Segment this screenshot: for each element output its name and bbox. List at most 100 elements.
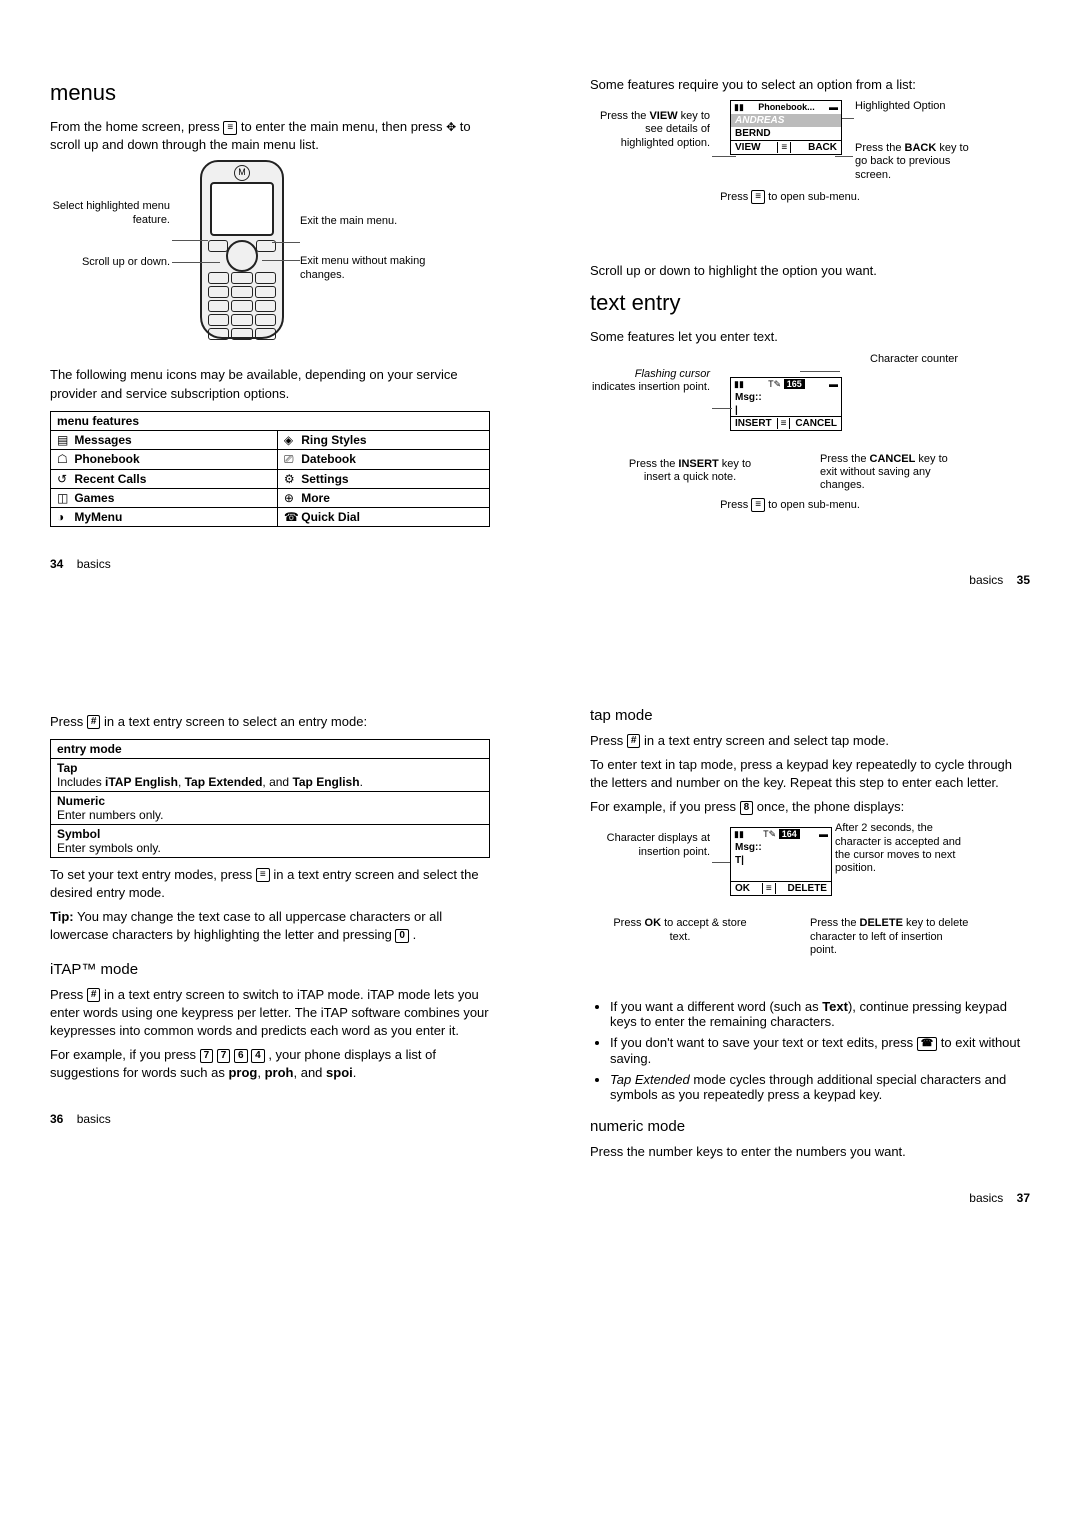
t: proh bbox=[265, 1065, 294, 1080]
msg-text: T| bbox=[731, 854, 831, 867]
t: Press bbox=[613, 917, 644, 929]
char-counter: 165 bbox=[784, 379, 805, 389]
itap-heading: iTAP™ mode bbox=[50, 961, 490, 978]
seven-key-icon: 7 bbox=[200, 1049, 214, 1063]
callout-char-counter: Character counter bbox=[870, 353, 990, 366]
t: , bbox=[178, 775, 185, 789]
t: Messages bbox=[74, 433, 131, 447]
spread-36-37: Press # in a text entry screen to select… bbox=[30, 657, 1050, 1236]
screen-title: Phonebook... bbox=[758, 102, 815, 113]
phone-keypad bbox=[208, 272, 276, 340]
tap-diagram: Character displays at insertion point. A… bbox=[590, 822, 1030, 987]
t: More bbox=[301, 491, 330, 505]
p36-tip: Tip: You may change the text case to all… bbox=[50, 908, 490, 944]
mini-screen-msg: ▮▮ T✎ 165 ▬ Msg:: | INSERT ≡ CANCEL bbox=[730, 377, 842, 431]
t: Recent Calls bbox=[74, 472, 146, 486]
t: Press bbox=[50, 714, 87, 729]
mymenu-icon: ◑ bbox=[57, 510, 71, 524]
table-row: Numeric Enter numbers only. bbox=[51, 791, 490, 824]
settings-icon: ⚙ bbox=[284, 472, 298, 486]
hash-key-icon: # bbox=[627, 734, 641, 748]
hash-key-icon: # bbox=[87, 715, 101, 729]
quickdial-icon: ☎ bbox=[284, 510, 298, 524]
phone-diagram: M Select highlighted menu feature. Scrol… bbox=[50, 160, 490, 360]
t: spoi bbox=[326, 1065, 353, 1080]
t: to enter the main menu, then press bbox=[241, 119, 446, 134]
footer-section: basics bbox=[77, 1112, 111, 1126]
callout-submenu2: Press ≡ to open sub-menu. bbox=[710, 498, 870, 512]
numeric-mode-heading: numeric mode bbox=[590, 1118, 1030, 1135]
nav-key-icon: ✥ bbox=[446, 119, 456, 136]
mini-header: ▮▮ T✎ 164 ▬ bbox=[731, 828, 831, 841]
t: Ring Styles bbox=[301, 433, 366, 447]
t: iTAP English bbox=[105, 775, 178, 789]
t: to open sub-menu. bbox=[765, 498, 860, 510]
tap-p1: Press # in a text entry screen and selec… bbox=[590, 732, 1030, 750]
p35-after: Scroll up or down to highlight the optio… bbox=[590, 262, 1030, 280]
t: in a text entry screen and select tap mo… bbox=[644, 733, 889, 748]
tap-bullets: If you want a different word (such as Te… bbox=[590, 999, 1030, 1102]
row-body: Includes iTAP English, Tap Extended, and… bbox=[57, 775, 483, 789]
list-item: BERND bbox=[731, 127, 841, 140]
t: To set your text entry modes, press bbox=[50, 867, 256, 882]
t: Press bbox=[720, 498, 751, 510]
page-number: 37 bbox=[1017, 1191, 1030, 1205]
t: , and bbox=[262, 775, 292, 789]
footer-36: 36 basics bbox=[50, 1112, 490, 1126]
softkey-bar: INSERT ≡ CANCEL bbox=[731, 416, 841, 430]
tap-p3: For example, if you press 8 once, the ph… bbox=[590, 798, 1030, 816]
footer-section: basics bbox=[969, 573, 1003, 587]
phonebook-diagram: ▮▮ Phonebook... ▬ ANDREAS BERND VIEW ≡ B… bbox=[590, 100, 1030, 250]
key bbox=[255, 286, 276, 298]
highlighted-option: ANDREAS bbox=[731, 114, 841, 127]
spacer bbox=[731, 867, 831, 881]
t: to accept & store text. bbox=[661, 917, 747, 942]
t: in a text entry screen to switch to iTAP… bbox=[50, 987, 489, 1038]
signal-icon: ▮▮ bbox=[734, 829, 744, 840]
page-35: Some features require you to select an o… bbox=[570, 20, 1050, 617]
itap-p1: Press # in a text entry screen to switch… bbox=[50, 986, 490, 1041]
phonebook-icon: ☖ bbox=[57, 452, 71, 466]
t: INSERT bbox=[678, 458, 718, 470]
entry-mode-header: entry mode bbox=[51, 739, 490, 758]
t: Press bbox=[590, 733, 627, 748]
entry-mode-table: entry mode Tap Includes iTAP English, Ta… bbox=[50, 739, 490, 858]
datebook-icon: ⎚ bbox=[284, 452, 298, 467]
key bbox=[231, 300, 252, 312]
callout-after2s: After 2 seconds, the character is accept… bbox=[835, 822, 975, 875]
phone-screen bbox=[210, 182, 274, 236]
menu-key-icon: ≡ bbox=[256, 868, 270, 882]
softkey-cancel: CANCEL bbox=[795, 418, 837, 429]
softkey-view: VIEW bbox=[735, 142, 761, 153]
t: Flashing cursor bbox=[635, 368, 710, 380]
t: Press the bbox=[820, 453, 870, 465]
callout-char-insert: Character displays at insertion point. bbox=[590, 832, 710, 858]
t: DELETE bbox=[860, 917, 903, 929]
t: For example, if you press bbox=[50, 1047, 200, 1062]
table-row: ◑ MyMenu☎ Quick Dial bbox=[51, 507, 490, 526]
row-body: Enter symbols only. bbox=[57, 841, 483, 855]
menu-key-icon: ≡ bbox=[751, 498, 765, 512]
t: Quick Dial bbox=[301, 510, 360, 524]
t: Text bbox=[822, 999, 848, 1014]
key bbox=[208, 272, 229, 284]
page-36: Press # in a text entry screen to select… bbox=[30, 657, 510, 1236]
key bbox=[255, 328, 276, 340]
recent-calls-icon: ↺ bbox=[57, 472, 71, 486]
games-icon: ◫ bbox=[57, 491, 71, 505]
table-row: ◫ Games⊕ More bbox=[51, 488, 490, 507]
t: Tap Extended bbox=[185, 775, 263, 789]
t: Phonebook bbox=[74, 452, 139, 466]
list-item: If you want a different word (such as Te… bbox=[610, 999, 1030, 1029]
t: . bbox=[413, 927, 417, 942]
key bbox=[255, 272, 276, 284]
t: once, the phone displays: bbox=[757, 799, 904, 814]
callout-back-key: Press the BACK key to go back to previou… bbox=[855, 142, 975, 182]
softkey-ok: OK bbox=[735, 883, 750, 894]
t: Press bbox=[50, 987, 87, 1002]
messages-icon: ▤ bbox=[57, 433, 71, 447]
text-entry-heading: text entry bbox=[590, 290, 1030, 316]
phone-softkey-left bbox=[208, 240, 228, 252]
t: From the home screen, press bbox=[50, 119, 223, 134]
page-number: 34 bbox=[50, 557, 63, 571]
